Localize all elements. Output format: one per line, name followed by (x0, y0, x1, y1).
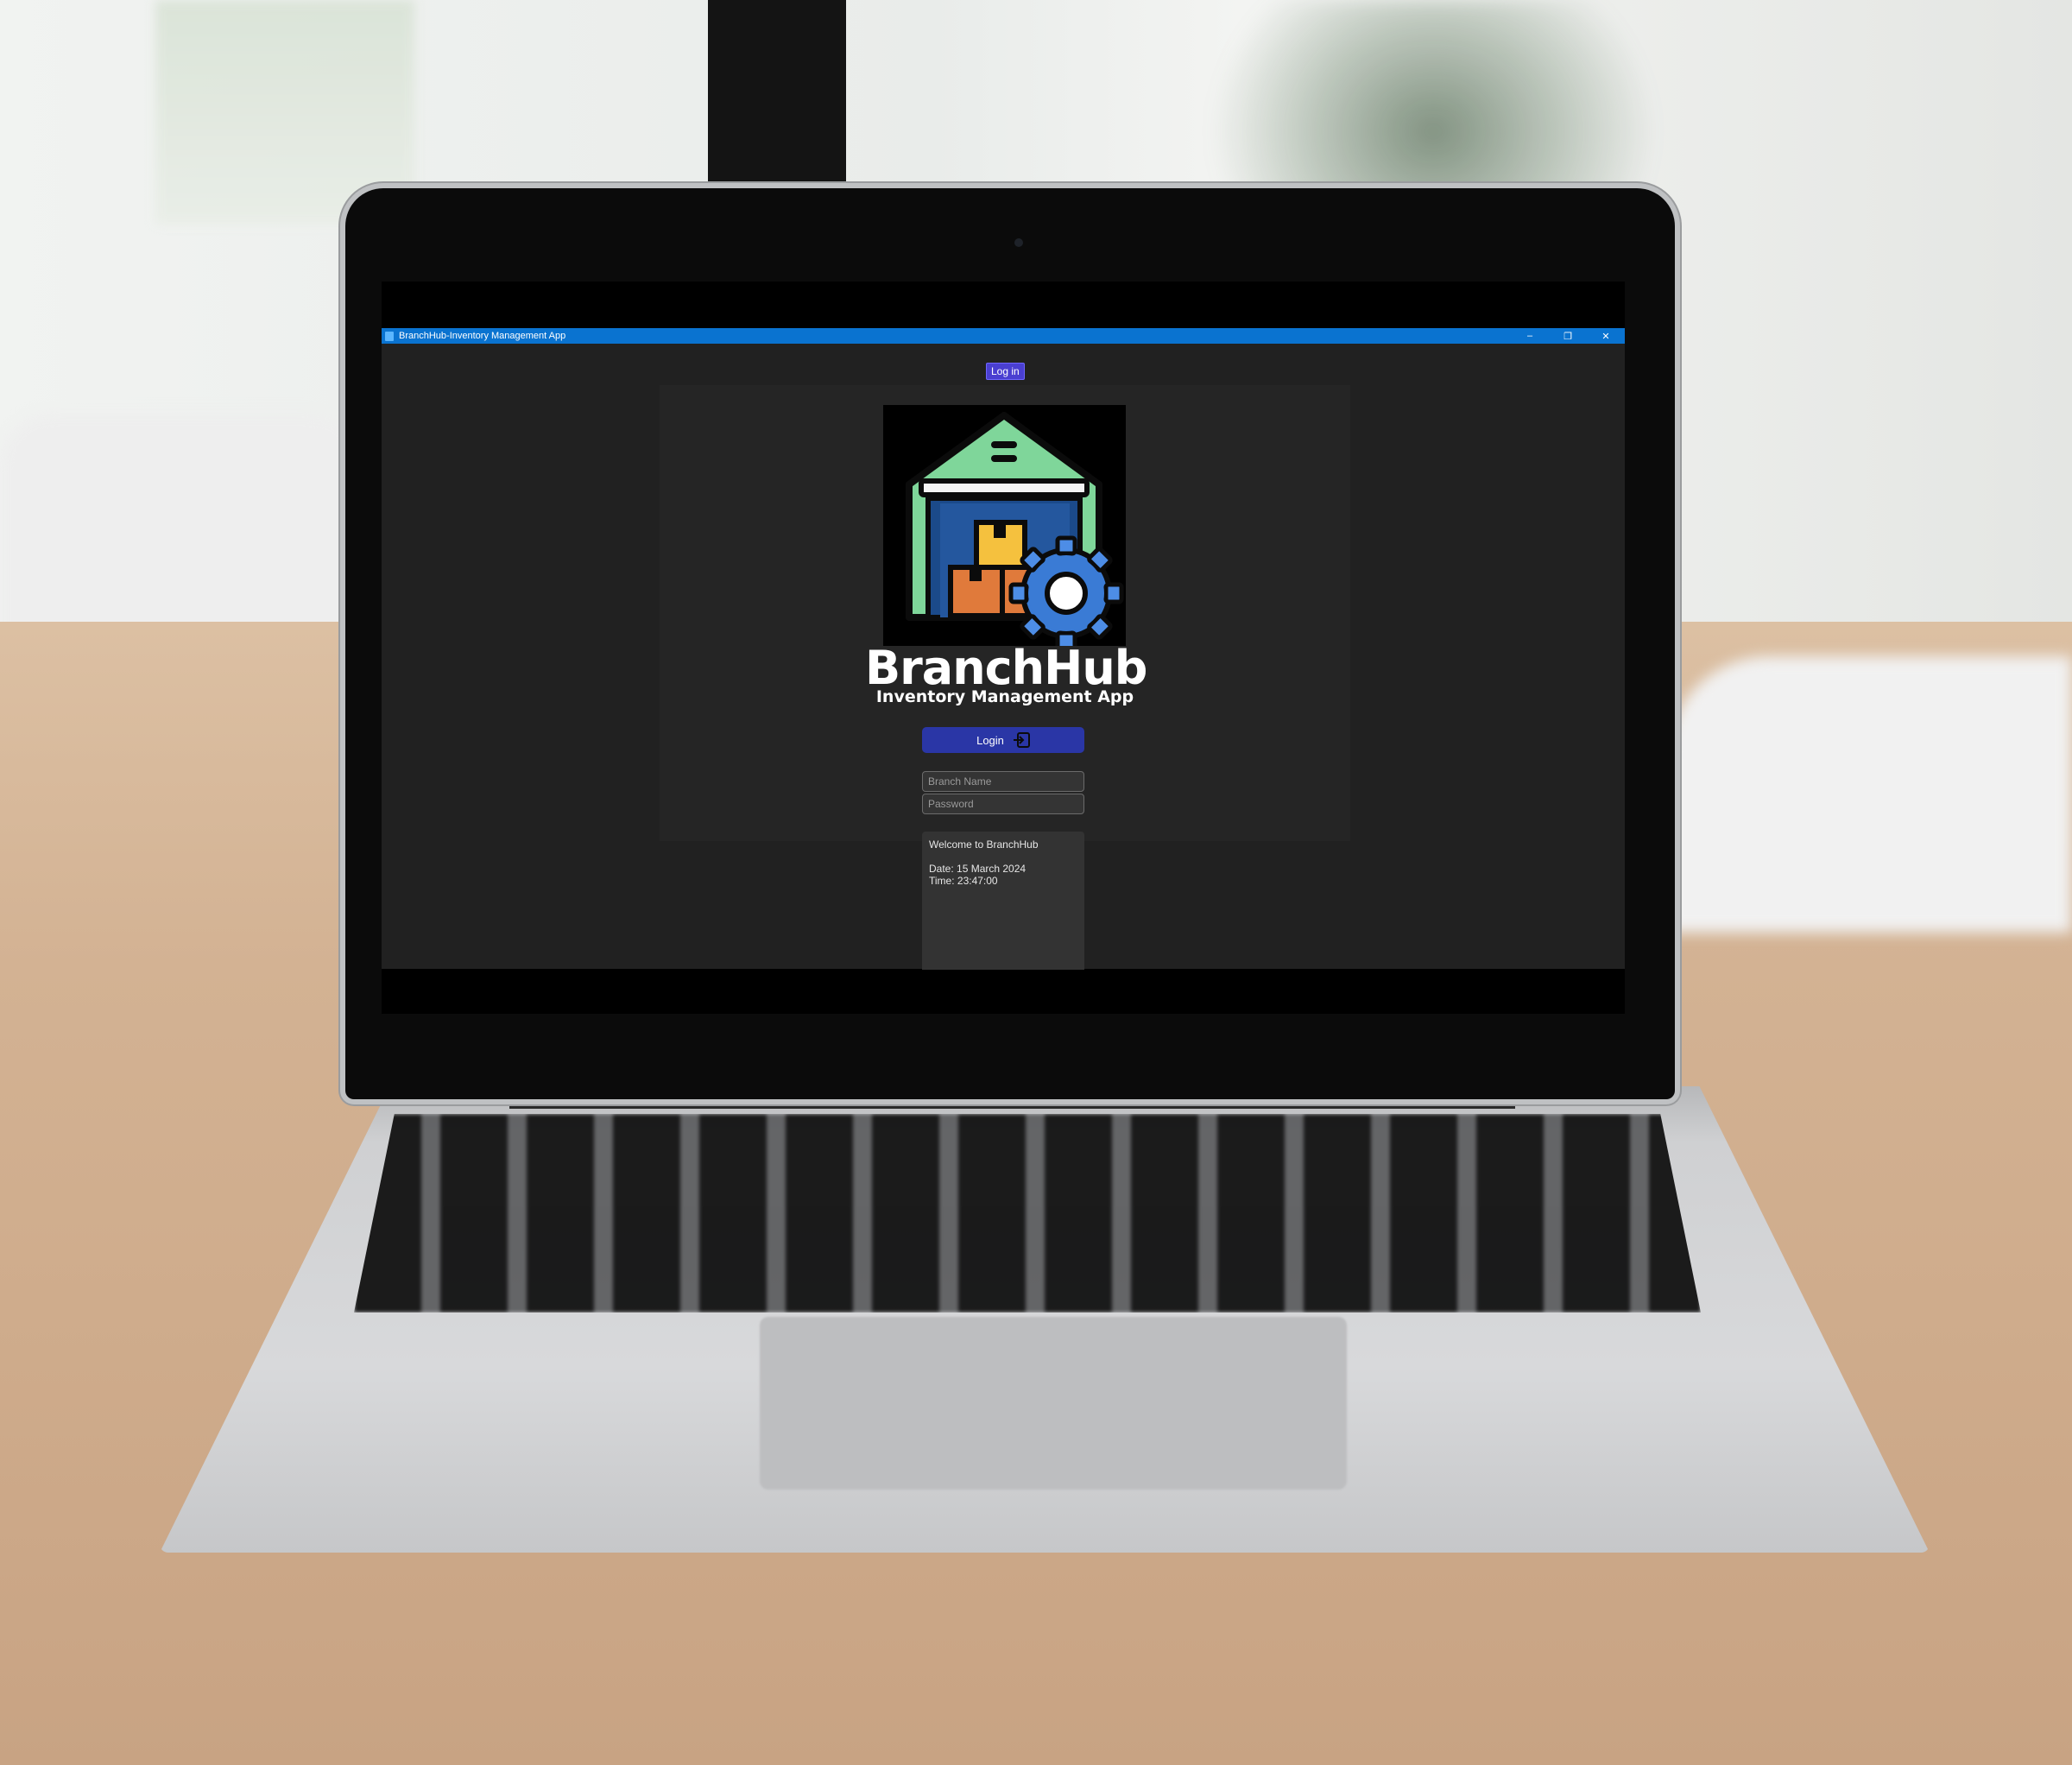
app-window: BranchHub-Inventory Management App – ❐ ✕… (382, 328, 1625, 970)
welcome-text: Welcome to BranchHub (929, 838, 1039, 851)
laptop-keyboard (354, 1114, 1701, 1313)
sign-in-icon (1013, 732, 1030, 748)
webcam-icon (1014, 238, 1023, 247)
password-input[interactable] (922, 794, 1084, 814)
minimize-button[interactable]: – (1511, 328, 1549, 344)
title-bar[interactable]: BranchHub-Inventory Management App – ❐ ✕ (382, 328, 1625, 344)
date-text: Date: 15 March 2024 (929, 863, 1027, 875)
background-pillar (708, 0, 846, 199)
laptop-screen: BranchHub-Inventory Management App – ❐ ✕… (382, 282, 1625, 1014)
tab-log-in[interactable]: Log in (986, 363, 1025, 380)
warehouse-gear-icon (883, 405, 1126, 651)
maximize-button[interactable]: ❐ (1549, 328, 1587, 344)
brand-name: BranchHub (865, 641, 1147, 695)
close-button[interactable]: ✕ (1587, 328, 1625, 344)
login-button-label: Login (976, 733, 1004, 747)
background-chair-right (1666, 656, 2072, 933)
laptop-trackpad (760, 1317, 1347, 1490)
main-content: Log in BranchHub Inventory Management Ap… (382, 344, 1625, 970)
login-button[interactable]: Login (922, 727, 1084, 753)
info-box: Welcome to BranchHub Date: 15 March 2024… (922, 832, 1084, 970)
brand-tagline: Inventory Management App (875, 687, 1134, 706)
app-icon (385, 331, 394, 341)
time-text: Time: 23:47:00 (929, 875, 998, 887)
branch-name-input[interactable] (922, 771, 1084, 792)
window-title: BranchHub-Inventory Management App (399, 331, 566, 341)
